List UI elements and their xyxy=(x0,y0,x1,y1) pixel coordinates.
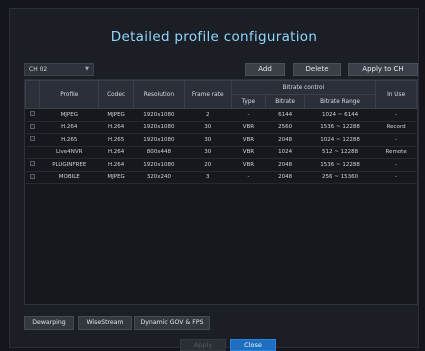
cell-bitrate-range: 512 ~ 12288 xyxy=(304,146,376,159)
col-bitrate-control: Bitrate control xyxy=(230,80,377,95)
cell-type: VBR xyxy=(231,133,266,147)
profile-config-dialog: Detailed profile configuration CH 02 ▼ A… xyxy=(9,8,419,351)
cell-bitrate-range: 1536 ~ 12288 xyxy=(304,121,376,134)
row-checkbox[interactable] xyxy=(25,171,40,184)
row-checkbox[interactable] xyxy=(25,146,40,159)
row-checkbox[interactable] xyxy=(25,121,40,134)
cell-frame-rate: 30 xyxy=(184,146,232,159)
apply-to-ch-button[interactable]: Apply to CH xyxy=(348,63,418,76)
cell-profile: MJPEG xyxy=(39,108,99,122)
cell-type: - xyxy=(231,171,266,184)
cell-in-use: - xyxy=(375,133,417,147)
cell-bitrate: 1024 xyxy=(265,146,305,159)
cell-codec: H.264 xyxy=(98,146,134,159)
chevron-down-icon: ▼ xyxy=(85,66,89,72)
add-button[interactable]: Add xyxy=(245,63,285,76)
cell-in-use: - xyxy=(375,171,417,184)
cell-codec: H.264 xyxy=(98,121,134,134)
cell-bitrate: 2048 xyxy=(265,158,305,172)
cell-profile: MOBILE xyxy=(39,171,99,184)
cell-codec: H.264 xyxy=(98,158,134,172)
cell-type: VBR xyxy=(231,146,266,159)
cell-resolution: 1920x1080 xyxy=(133,121,185,134)
cell-codec: H.265 xyxy=(98,133,134,147)
col-in-use: In Use xyxy=(375,80,417,109)
dialog-title: Detailed profile configuration xyxy=(110,29,318,45)
profile-table: Profile Codec Resolution Frame rate Bitr… xyxy=(24,79,418,305)
cell-bitrate: 2560 xyxy=(265,121,305,134)
cell-in-use: - xyxy=(375,158,417,172)
cell-bitrate-range: 1536 ~ 12288 xyxy=(304,158,376,172)
cell-resolution: 800x448 xyxy=(133,146,185,159)
row-checkbox[interactable] xyxy=(25,108,40,122)
cell-codec: MJPEG xyxy=(98,108,134,122)
cell-bitrate-range: 1024 ~ 6144 xyxy=(304,108,376,122)
col-codec: Codec xyxy=(98,80,134,109)
cell-bitrate-range: 256 ~ 15360 xyxy=(304,171,376,184)
close-button[interactable]: Close xyxy=(230,339,276,351)
table-row[interactable]: H.265 H.265 1920x1080 30 VBR 2048 1024 ~… xyxy=(25,133,417,147)
row-checkbox[interactable] xyxy=(25,158,40,172)
cell-bitrate: 2048 xyxy=(265,171,305,184)
dynamic-gov-fps-button[interactable]: Dynamic GOV & FPS xyxy=(134,316,210,330)
col-bitrate-range: Bitrate Range xyxy=(303,94,377,109)
cell-codec: MJPEG xyxy=(98,171,134,184)
cell-resolution: 1920x1080 xyxy=(133,133,185,147)
cell-bitrate: 2048 xyxy=(265,133,305,147)
cell-type: - xyxy=(231,108,266,122)
cell-bitrate: 6144 xyxy=(265,108,305,122)
cell-frame-rate: 30 xyxy=(184,133,232,147)
cell-frame-rate: 30 xyxy=(184,121,232,134)
cell-resolution: 320x240 xyxy=(133,171,185,184)
cell-in-use: Remote xyxy=(375,146,417,159)
col-resolution: Resolution xyxy=(132,80,185,109)
cell-frame-rate: 2 xyxy=(184,108,232,122)
select-all-header xyxy=(24,80,41,109)
cell-bitrate-range: 1024 ~ 12288 xyxy=(304,133,376,147)
channel-select[interactable]: CH 02 ▼ xyxy=(24,63,94,76)
table-row[interactable]: PLUGINFREE H.264 1920x1080 20 VBR 2048 1… xyxy=(25,158,417,172)
cell-profile: Live4NVR xyxy=(39,146,99,159)
cell-profile: H.264 xyxy=(39,121,99,134)
table-row[interactable]: MOBILE MJPEG 320x240 3 - 2048 256 ~ 1536… xyxy=(25,171,417,184)
cell-profile: PLUGINFREE xyxy=(39,158,99,172)
wisestream-button[interactable]: WiseStream xyxy=(78,316,132,330)
cell-resolution: 1920x1080 xyxy=(133,158,185,172)
cell-in-use: Record xyxy=(375,121,417,134)
col-type: Type xyxy=(230,94,267,109)
row-checkbox[interactable] xyxy=(25,133,40,147)
channel-select-value: CH 02 xyxy=(29,66,48,73)
cell-in-use: - xyxy=(375,108,417,122)
col-bitrate: Bitrate xyxy=(265,94,305,109)
cell-type: VBR xyxy=(231,121,266,134)
col-profile: Profile xyxy=(39,80,100,109)
dewarping-button[interactable]: Dewarping xyxy=(24,316,74,330)
cell-frame-rate: 3 xyxy=(184,171,232,184)
cell-resolution: 1920x1080 xyxy=(133,108,185,122)
col-frame-rate: Frame rate xyxy=(183,80,232,109)
table-row[interactable]: Live4NVR H.264 800x448 30 VBR 1024 512 ~… xyxy=(25,146,417,159)
table-row[interactable]: H.264 H.264 1920x1080 30 VBR 2560 1536 ~… xyxy=(25,121,417,134)
table-row[interactable]: MJPEG MJPEG 1920x1080 2 - 6144 1024 ~ 61… xyxy=(25,108,417,122)
cell-frame-rate: 20 xyxy=(184,158,232,172)
cell-profile: H.265 xyxy=(39,133,99,147)
apply-button[interactable]: Apply xyxy=(180,339,226,351)
cell-type: VBR xyxy=(231,158,266,172)
delete-button[interactable]: Delete xyxy=(293,63,341,76)
